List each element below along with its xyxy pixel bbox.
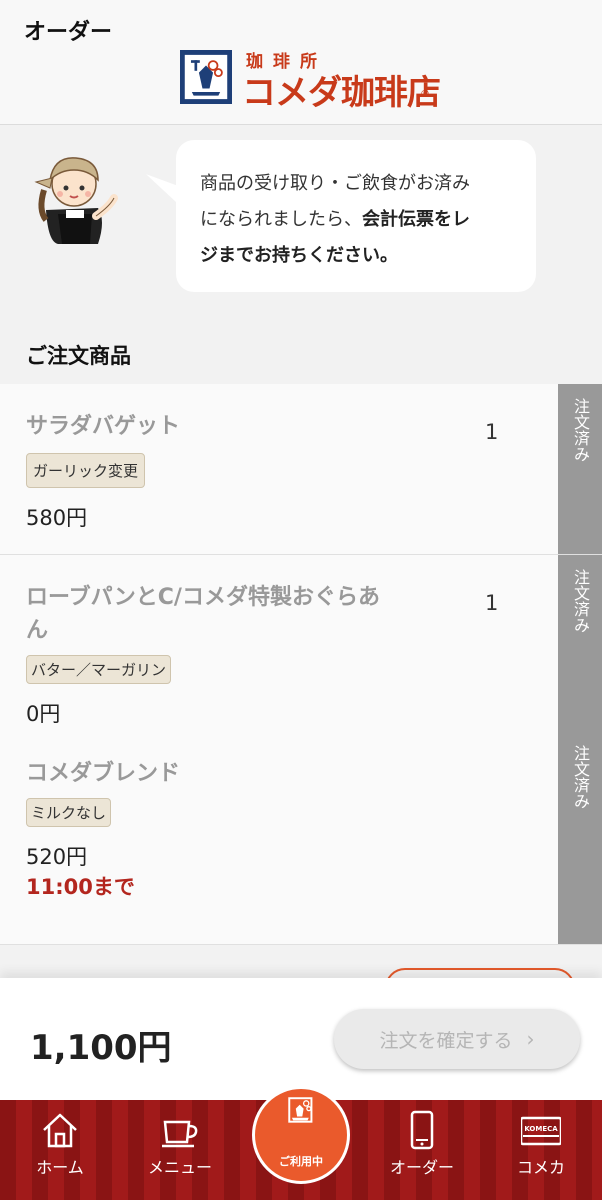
notice-line-2-bold: 会計伝票をレ [362, 209, 470, 230]
order-status-bar: 注文済み [558, 384, 602, 554]
tab-menu[interactable]: メニュー [130, 1100, 230, 1200]
staff-illustration [34, 157, 118, 244]
item-name: サラダバゲット [26, 414, 181, 439]
logo-wordmark: コメダ珈琲店 [242, 73, 441, 113]
page-title: オーダー [24, 20, 113, 45]
section-title: ご注文商品 [26, 344, 131, 368]
smartphone-icon [410, 1110, 434, 1150]
notice-line-2: になられましたら、会計伝票をレ [200, 202, 514, 238]
home-icon [43, 1113, 77, 1148]
komeda-logo: 珈琲所 コメダ珈琲店 ® [180, 47, 441, 113]
order-footer: 1,100円 注文を確定する › [0, 978, 602, 1100]
chevron-right-icon: › [526, 1027, 535, 1051]
order-item: コメダブレンド ミルクなし 520円 [26, 757, 526, 871]
item-quantity: 1 [485, 591, 499, 615]
order-list: サラダバゲット ガーリック変更 580円 1 注文済み ローブパンとC/コメダ特… [0, 384, 602, 945]
komeda-logo-icon [180, 50, 232, 104]
card-icon-text: KOMECA [524, 1125, 558, 1133]
option-tag: ガーリック変更 [26, 453, 146, 488]
item-name: ローブパンとC/コメダ特製おぐらあん [26, 585, 380, 643]
option-tag: ミルクなし [26, 798, 112, 827]
order-item: ローブパンとC/コメダ特製おぐらあん バター／マーガリン 0円 [26, 581, 526, 728]
item-quantity: 1 [485, 420, 499, 444]
option-tag: バター／マーガリン [26, 655, 172, 684]
status-label: 注文済み [571, 745, 590, 809]
total-price: 1,100円 [30, 1028, 172, 1068]
tab-home-label: ホーム [36, 1158, 84, 1177]
tab-order-label: オーダー [389, 1158, 454, 1177]
order-group: ローブパンとC/コメダ特製おぐらあん バター／マーガリン 0円 1 コメダブレン… [0, 555, 602, 945]
order-item: サラダバゲット ガーリック変更 580円 [26, 410, 526, 532]
notice-line-3-bold: ジまでお持ちください。 [200, 245, 398, 266]
order-group: サラダバゲット ガーリック変更 580円 1 注文済み [0, 384, 602, 555]
item-name: コメダブレンド [26, 761, 181, 786]
komeca-card-icon: KOMECA [521, 1116, 561, 1146]
tab-menu-label: メニュー [147, 1158, 212, 1177]
order-status-bar: 注文済み 注文済み [558, 555, 602, 944]
coffee-cup-icon [162, 1120, 198, 1148]
confirm-order-button[interactable]: 注文を確定する › [334, 1009, 580, 1069]
item-price: 0円 [26, 702, 61, 726]
app-header: オーダー 珈琲所 コメダ珈琲店 ® [0, 0, 602, 125]
tab-order[interactable]: オーダー [372, 1100, 472, 1200]
status-label: 注文済み [571, 398, 590, 462]
komeda-mascot-icon [288, 1097, 313, 1123]
confirm-order-label: 注文を確定する [379, 1029, 513, 1052]
notice-line-1: 商品の受け取り・ご飲食がお済み [200, 173, 470, 194]
item-price: 520円 [26, 845, 88, 869]
status-label: 注文済み [571, 569, 590, 633]
notice-line-2-plain: になられましたら、 [200, 209, 362, 230]
registered-mark: ® [420, 89, 430, 100]
notice-line-3: ジまでお持ちください。 [200, 238, 514, 274]
tab-card-label: コメカ [516, 1158, 565, 1177]
item-price: 580円 [26, 506, 88, 530]
tab-card[interactable]: KOMECA コメカ [491, 1100, 591, 1200]
in-use-label: ご利用中 [279, 1155, 323, 1168]
in-use-button[interactable]: ご利用中 [252, 1086, 350, 1184]
tab-home[interactable]: ホーム [10, 1100, 110, 1200]
notice-bubble: 商品の受け取り・ご飲食がお済み になられましたら、会計伝票をレ ジまでお持ちくだ… [176, 140, 536, 292]
deadline-text: 11:00まで [26, 875, 135, 899]
